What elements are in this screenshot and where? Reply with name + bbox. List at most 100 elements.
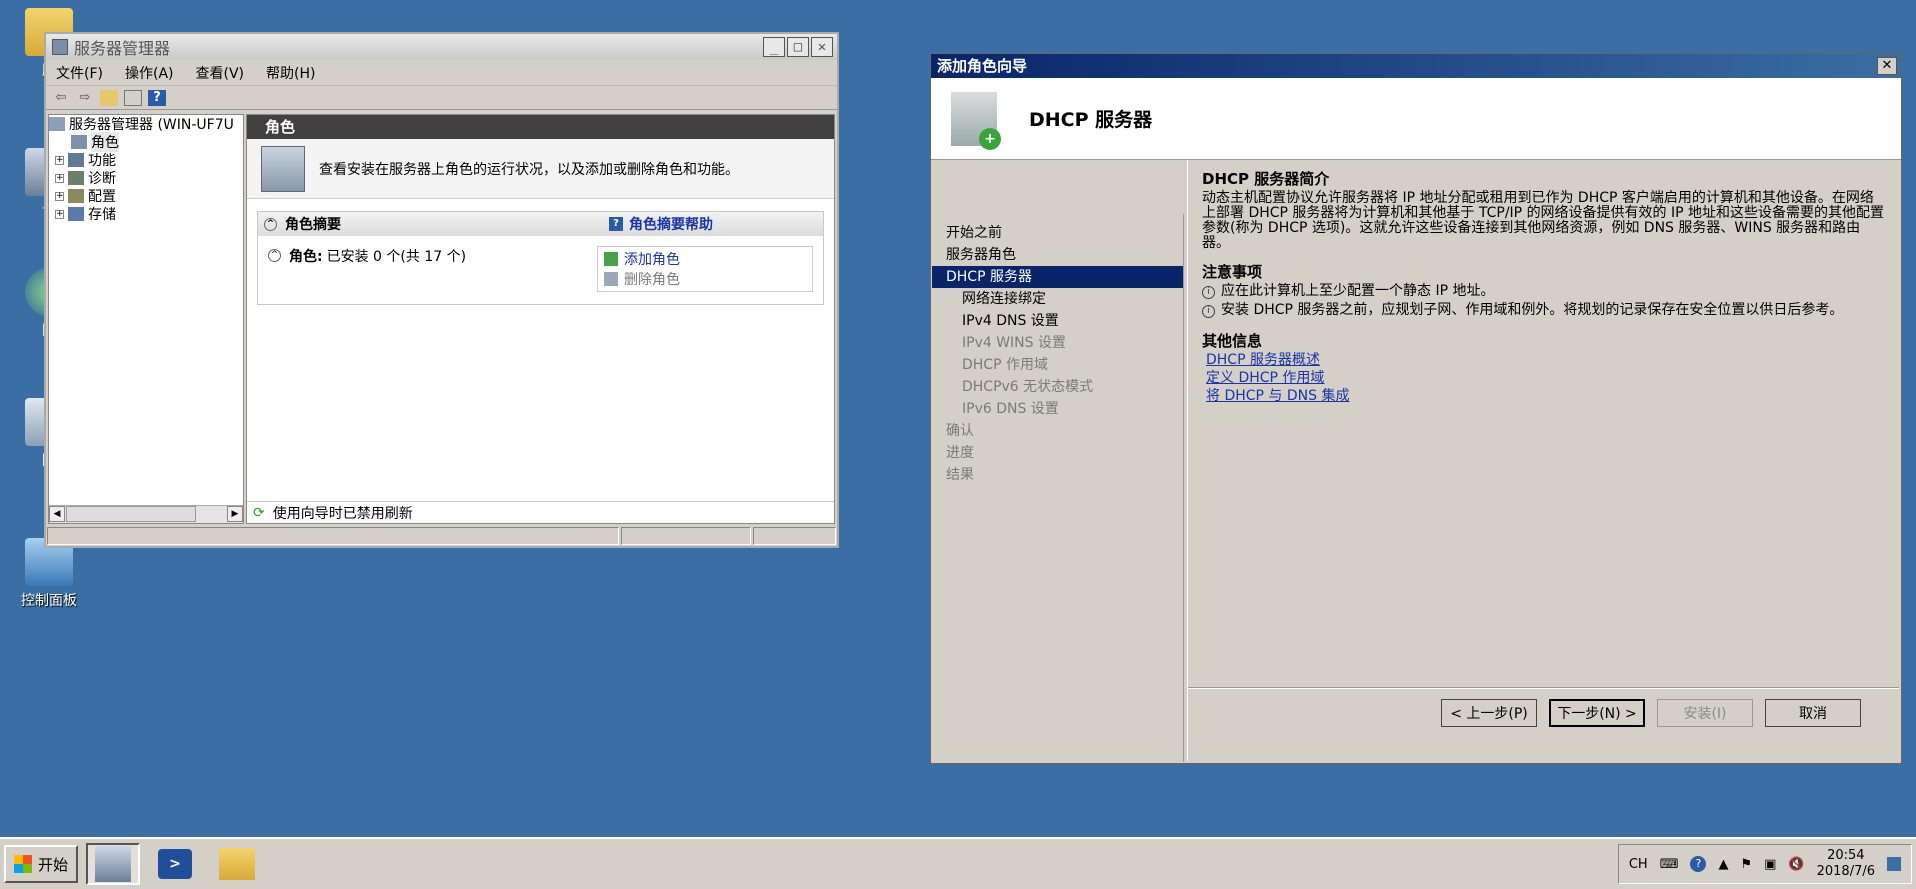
server-manager-icon	[49, 117, 65, 131]
up-folder-icon[interactable]	[100, 89, 118, 106]
wizard-buttons: < 上一步(P) 下一步(N) > 安装(I) 取消	[1441, 699, 1861, 727]
roles-count: ^ 角色: 已安装 0 个(共 17 个)	[268, 246, 466, 292]
menu-file[interactable]: 文件(F)	[56, 63, 103, 83]
roles-summary-help-link[interactable]: 角色摘要帮助	[629, 214, 713, 234]
diagnostics-icon	[68, 171, 84, 185]
storage-icon	[68, 207, 84, 221]
show-hidden-icons-icon[interactable]: ▲	[1718, 857, 1728, 872]
scroll-thumb[interactable]	[66, 506, 196, 522]
forward-arrow-icon[interactable]: ⇨	[76, 90, 94, 106]
step-progress: 进度	[946, 445, 974, 461]
panel-description: 查看安装在服务器上角色的运行状况，以及添加或删除角色和功能。	[247, 139, 834, 199]
tree-item-storage[interactable]: + 存储	[49, 205, 243, 223]
note-item: i 安装 DHCP 服务器之前，应规划子网、作用域和例外。将规划的记录保存在安全…	[1202, 303, 1885, 318]
status-segment	[47, 527, 619, 545]
maximize-button[interactable]: □	[787, 37, 809, 57]
step-dhcp-server[interactable]: DHCP 服务器	[932, 266, 1183, 288]
roles-icon	[71, 135, 87, 149]
status-segment	[621, 527, 751, 545]
dhcp-server-icon	[951, 91, 1001, 150]
show-hide-tree-icon[interactable]	[124, 89, 142, 106]
note-item: i 应在此计算机上至少配置一个静态 IP 地址。	[1202, 284, 1885, 299]
taskbar-server-manager[interactable]	[86, 843, 141, 885]
roles-summary-header[interactable]: ^ 角色摘要 ? 角色摘要帮助	[258, 212, 823, 236]
tree-horizontal-scrollbar[interactable]: ◀ ▶	[49, 505, 243, 523]
taskbar-powershell[interactable]: >	[148, 843, 202, 885]
cancel-button[interactable]: 取消	[1765, 699, 1861, 727]
info-icon: i	[1202, 286, 1215, 299]
windows-logo-icon	[14, 855, 32, 873]
roles-summary-row: ^ 角色: 已安装 0 个(共 17 个) 添加角色 删除角色	[258, 236, 823, 304]
server-manager-title: 服务器管理器	[74, 39, 171, 58]
add-roles-link[interactable]: 添加角色	[604, 249, 806, 269]
keyboard-icon[interactable]: ⌨	[1660, 857, 1679, 872]
wizard-close-button[interactable]: ✕	[1877, 57, 1897, 75]
step-before-you-begin[interactable]: 开始之前	[932, 222, 1183, 244]
wizard-titlebar[interactable]: 添加角色向导 ✕	[931, 54, 1901, 78]
show-desktop-icon[interactable]	[1887, 857, 1901, 871]
network-tray-icon[interactable]: ▣	[1764, 857, 1776, 872]
intro-text: 动态主机配置协议允许服务器将 IP 地址分配或租用到已作为 DHCP 客户端启用…	[1202, 190, 1885, 251]
tree-item-diagnostics[interactable]: + 诊断	[49, 169, 243, 187]
back-arrow-icon[interactable]: ⇦	[52, 90, 70, 106]
volume-muted-icon[interactable]: 🔇	[1788, 857, 1804, 872]
help-icon[interactable]: ?	[1690, 856, 1707, 872]
roles-panel: 角色 查看安装在服务器上角色的运行状况，以及添加或删除角色和功能。 ^ 角色摘要…	[246, 114, 835, 524]
expand-icon[interactable]: +	[55, 155, 64, 165]
status-segment	[753, 527, 836, 545]
collapse-icon[interactable]: ^	[268, 249, 281, 262]
language-indicator[interactable]: CH	[1629, 857, 1648, 872]
navigation-tree: 服务器管理器 (WIN-UF7U 角色 + 功能 + 诊断 + 配置 + 存储 …	[48, 114, 244, 524]
close-button[interactable]: ✕	[811, 37, 833, 57]
step-ipv4-wins: IPv4 WINS 设置	[962, 335, 1066, 351]
server-manager-titlebar[interactable]: 服务器管理器 _ □ ✕	[46, 34, 837, 60]
help-icon[interactable]: ?	[148, 89, 166, 106]
scroll-right-icon[interactable]: ▶	[227, 506, 243, 522]
step-confirmation: 确认	[946, 423, 974, 439]
tree-item-configuration[interactable]: + 配置	[49, 187, 243, 205]
tree-item-roles[interactable]: 角色	[49, 132, 243, 152]
link-dhcp-overview[interactable]: DHCP 服务器概述	[1206, 353, 1885, 368]
link-dhcp-dns-integration[interactable]: 将 DHCP 与 DNS 集成	[1206, 389, 1885, 404]
help-icon: ?	[609, 217, 623, 231]
menu-bar: 文件(F) 操作(A) 查看(V) 帮助(H)	[46, 60, 837, 86]
desktop-icon-control-panel[interactable]: 控制面板	[14, 538, 84, 610]
expand-icon[interactable]: +	[55, 191, 64, 201]
taskbar-explorer[interactable]	[210, 843, 264, 885]
server-manager-icon	[95, 846, 132, 882]
minimize-button[interactable]: _	[763, 37, 785, 57]
step-results: 结果	[946, 467, 974, 483]
roles-actions: 添加角色 删除角色	[597, 246, 813, 292]
previous-button[interactable]: < 上一步(P)	[1441, 699, 1537, 727]
menu-action[interactable]: 操作(A)	[125, 63, 174, 83]
link-define-scope[interactable]: 定义 DHCP 作用域	[1206, 371, 1885, 386]
add-roles-icon	[604, 252, 618, 266]
intro-title: DHCP 服务器简介	[1202, 170, 1330, 188]
expand-icon[interactable]: +	[55, 173, 64, 183]
next-button[interactable]: 下一步(N) >	[1549, 699, 1645, 727]
tree-item-features[interactable]: + 功能	[49, 151, 243, 169]
step-server-roles[interactable]: 服务器角色	[932, 244, 1183, 266]
menu-help[interactable]: 帮助(H)	[266, 63, 315, 83]
powershell-icon: >	[158, 849, 193, 879]
start-button[interactable]: 开始	[4, 845, 79, 883]
refresh-status: ⟳ 使用向导时已禁用刷新	[247, 501, 834, 523]
more-info-title: 其他信息	[1202, 332, 1263, 350]
install-button: 安装(I)	[1657, 699, 1753, 727]
step-ipv4-dns[interactable]: IPv4 DNS 设置	[932, 310, 1183, 332]
step-network-binding[interactable]: 网络连接绑定	[932, 288, 1183, 310]
features-icon	[68, 153, 84, 167]
scroll-left-icon[interactable]: ◀	[49, 506, 65, 522]
step-dhcp-scope: DHCP 作用域	[962, 357, 1048, 373]
menu-view[interactable]: 查看(V)	[196, 63, 245, 83]
clock[interactable]: 20:54 2018/7/6	[1817, 848, 1875, 880]
toolbar: ⇦ ⇨ ?	[46, 86, 837, 110]
flag-icon[interactable]: ⚑	[1740, 857, 1752, 872]
tree-root[interactable]: 服务器管理器 (WIN-UF7U	[49, 115, 243, 133]
expand-icon[interactable]: +	[55, 209, 64, 219]
taskbar: 开始 > CH ⌨ ? ▲ ⚑ ▣ 🔇 20:54 2018/7/6	[0, 837, 1916, 889]
collapse-icon[interactable]: ^	[264, 217, 277, 231]
remove-roles-link[interactable]: 删除角色	[604, 269, 806, 289]
server-manager-icon	[52, 39, 68, 55]
wizard-header: DHCP 服务器	[931, 78, 1901, 160]
